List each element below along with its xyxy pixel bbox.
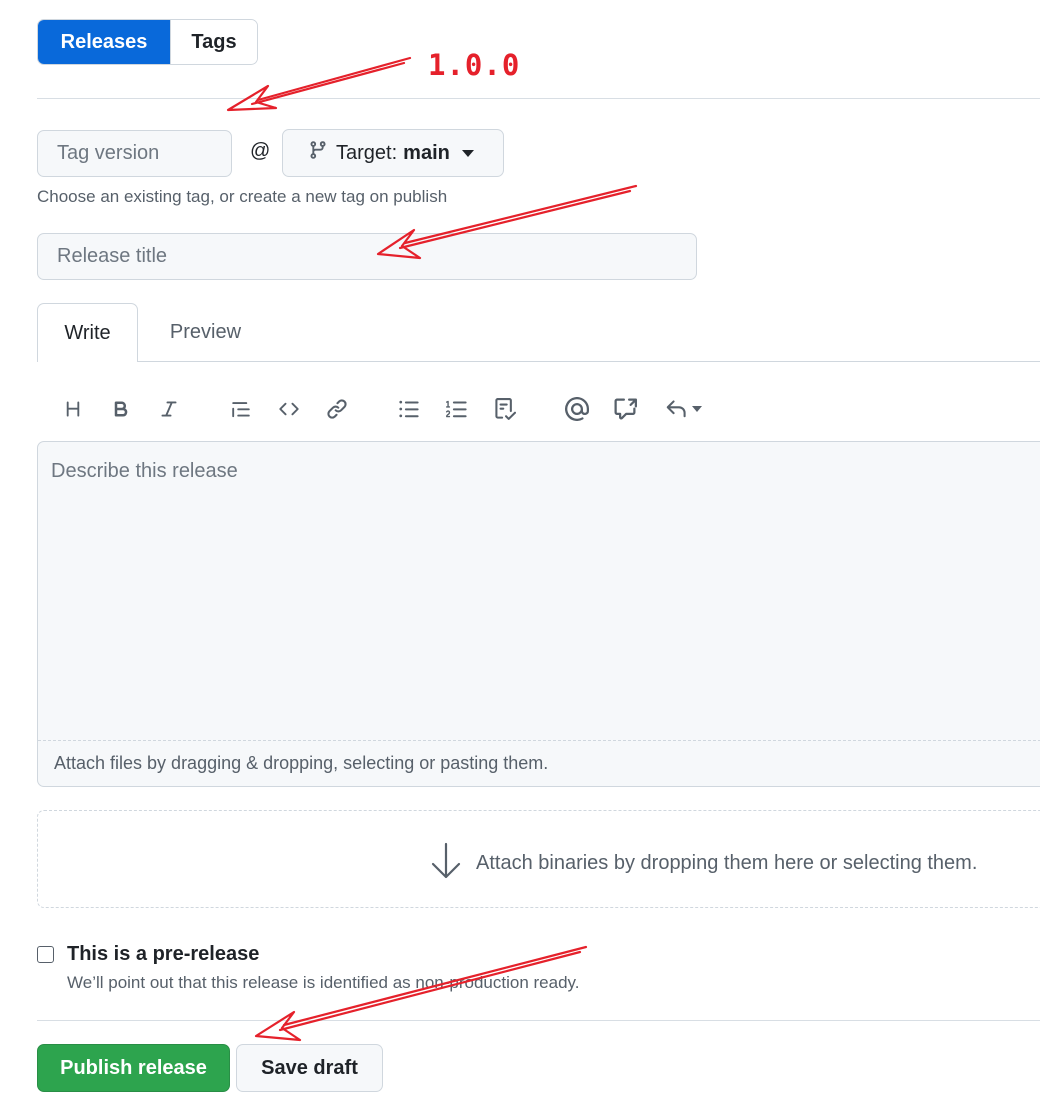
at-separator: @ xyxy=(250,140,271,162)
prerelease-description: We’ll point out that this release is ide… xyxy=(67,973,580,992)
numbered-list-icon[interactable] xyxy=(442,394,472,424)
mention-icon[interactable] xyxy=(562,394,592,424)
git-branch-icon xyxy=(308,139,328,167)
annotation-arrow-publish xyxy=(254,945,588,1042)
save-draft-button[interactable]: Save draft xyxy=(236,1044,383,1092)
tab-write[interactable]: Write xyxy=(37,303,138,362)
tags-tab[interactable]: Tags xyxy=(170,20,257,64)
cross-reference-icon[interactable] xyxy=(610,394,640,424)
release-description-editor: Attach files by dragging & dropping, sel… xyxy=(37,441,1040,787)
link-icon[interactable] xyxy=(322,394,352,424)
task-list-icon[interactable] xyxy=(490,394,520,424)
attach-files-bar[interactable]: Attach files by dragging & dropping, sel… xyxy=(38,740,1040,786)
tab-preview[interactable]: Preview xyxy=(138,303,273,361)
arrow-down-icon xyxy=(430,841,462,886)
saved-replies-icon[interactable] xyxy=(660,394,706,424)
quote-icon[interactable] xyxy=(226,394,256,424)
tag-hint-text: Choose an existing tag, or create a new … xyxy=(37,187,448,206)
header-divider xyxy=(37,98,1040,99)
tabs-divider xyxy=(138,361,1040,362)
version-annotation: 1.0.0 xyxy=(428,48,521,82)
bulleted-list-icon[interactable] xyxy=(394,394,424,424)
footer-divider xyxy=(37,1020,1040,1021)
tag-version-input[interactable] xyxy=(37,130,232,177)
attach-files-text: Attach files by dragging & dropping, sel… xyxy=(54,753,549,773)
release-title-input[interactable] xyxy=(37,233,697,280)
prerelease-checkbox[interactable] xyxy=(37,946,54,963)
italic-icon[interactable] xyxy=(154,394,184,424)
caret-down-icon xyxy=(461,149,474,157)
target-branch-value: main xyxy=(403,141,450,164)
binaries-dropzone[interactable]: Attach binaries by dropping them here or… xyxy=(37,810,1040,908)
target-label: Target: xyxy=(336,141,398,164)
prerelease-label[interactable]: This is a pre-release xyxy=(67,943,259,966)
caret-down-icon xyxy=(692,406,702,412)
code-icon[interactable] xyxy=(274,394,304,424)
releases-tab[interactable]: Releases xyxy=(38,20,170,64)
bold-icon[interactable] xyxy=(106,394,136,424)
publish-release-button[interactable]: Publish release xyxy=(37,1044,230,1092)
target-branch-dropdown[interactable]: Target: main xyxy=(282,129,504,177)
heading-icon[interactable] xyxy=(58,394,88,424)
release-description-textarea[interactable] xyxy=(38,442,1040,740)
annotation-arrow-tag xyxy=(226,56,412,112)
binaries-text: Attach binaries by dropping them here or… xyxy=(476,852,978,874)
releases-tags-nav: Releases Tags xyxy=(37,19,258,65)
